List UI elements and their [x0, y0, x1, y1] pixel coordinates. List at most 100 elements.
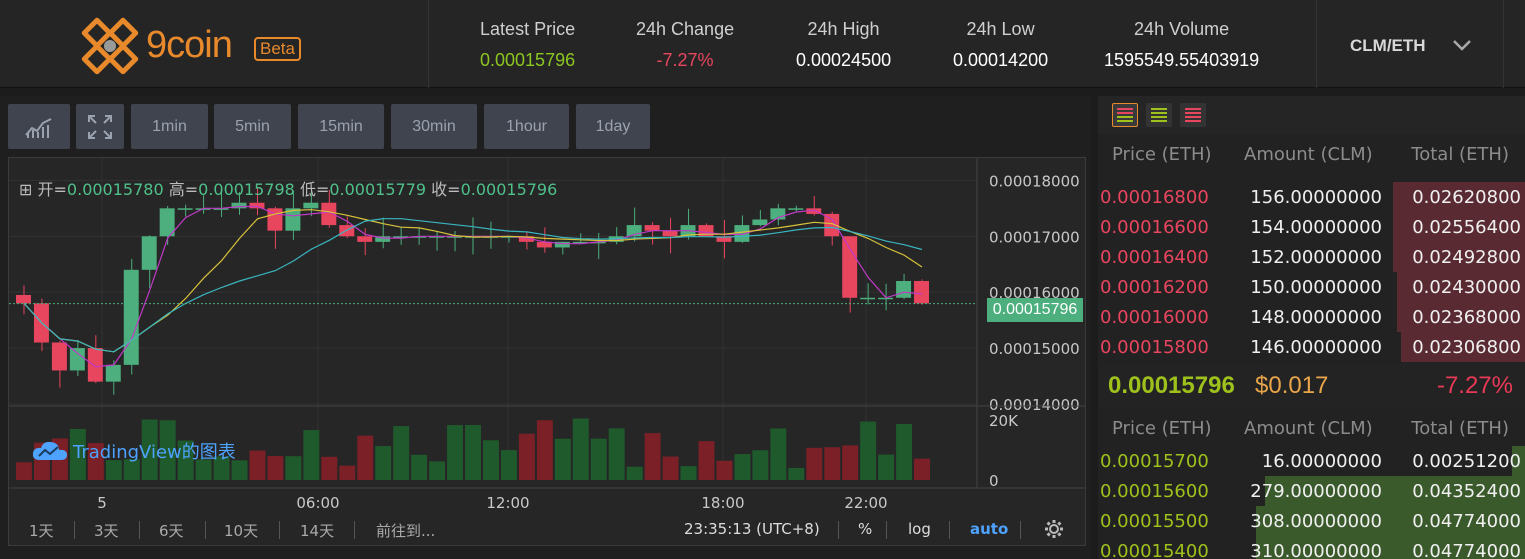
chart-bottom-bar: 1天 3天 6天 10天 14天 前往到... 23:35:13 (UTC+8)… — [8, 512, 1086, 546]
time-axis-label: 5 — [97, 494, 107, 512]
stat-24h-low: 24h Low 0.00014200 — [953, 19, 1048, 71]
indicators-button[interactable] — [8, 104, 70, 149]
brand-logo[interactable]: 9coin Beta — [78, 14, 318, 78]
col-total-header: Total (ETH) — [1411, 144, 1509, 165]
volume-bar — [824, 447, 841, 480]
fullscreen-button[interactable] — [76, 104, 124, 149]
volume-axis-label: 20K — [989, 412, 1019, 430]
col-amount-header: Amount (CLM) — [1244, 144, 1373, 165]
candle-body — [357, 236, 373, 242]
volume-bar — [608, 428, 625, 480]
volume-bar — [518, 433, 535, 480]
volume-bar — [285, 456, 302, 480]
volume-bar — [321, 456, 338, 480]
interval-5min[interactable]: 5min — [214, 104, 291, 149]
bid-row[interactable]: 0.00015700 16.00000000 0.00251200 — [1098, 446, 1525, 476]
range-1d[interactable]: 1天 — [29, 520, 54, 541]
ask-row[interactable]: 0.00016600 154.00000000 0.02556400 — [1098, 212, 1525, 242]
candle-body — [69, 348, 85, 371]
range-14d[interactable]: 14天 — [300, 520, 334, 541]
log-toggle[interactable]: log — [908, 520, 931, 538]
candle-body — [788, 208, 804, 210]
volume-bar — [752, 450, 769, 480]
candle-body — [842, 236, 858, 298]
volume-bar — [770, 428, 787, 480]
tab-both-sides[interactable] — [1112, 103, 1138, 127]
volume-bar — [357, 435, 374, 480]
brand-name: 9coin — [146, 24, 233, 66]
row-price: 0.00016200 — [1100, 277, 1209, 298]
interval-1day[interactable]: 1day — [576, 104, 650, 149]
tab-bids-only[interactable] — [1146, 103, 1172, 127]
high-value: 0.00015798 — [198, 180, 295, 199]
volume-bar — [465, 424, 481, 480]
logo-mark-icon — [81, 17, 139, 75]
volume-bar — [267, 456, 284, 480]
volume-bar — [806, 447, 823, 480]
volume-bar — [482, 440, 499, 480]
row-amount: 154.00000000 — [1250, 217, 1382, 238]
book-bids-icon — [1151, 108, 1167, 122]
bottom-bar-separator — [886, 521, 887, 539]
ask-row[interactable]: 0.00016800 156.00000000 0.02620800 — [1098, 182, 1525, 212]
gear-icon[interactable] — [1044, 519, 1064, 539]
chevron-down-icon[interactable] — [1452, 38, 1472, 52]
ask-row[interactable]: 0.00015800 146.00000000 0.02306800 — [1098, 332, 1525, 362]
stat-24h-volume: 24h Volume 1595549.55403919 — [1104, 19, 1259, 71]
row-price: 0.00016600 — [1100, 217, 1209, 238]
pair-selector[interactable]: CLM/ETH — [1350, 36, 1426, 56]
tab-asks-only[interactable] — [1180, 103, 1206, 127]
range-10d[interactable]: 10天 — [224, 520, 258, 541]
row-amount: 16.00000000 — [1261, 451, 1382, 472]
ohlc-toggle-icon[interactable]: ⊞ — [19, 180, 32, 199]
volume-bar — [896, 423, 913, 480]
interval-1min[interactable]: 1min — [131, 104, 208, 149]
ask-row[interactable]: 0.00016000 148.00000000 0.02368000 — [1098, 302, 1525, 332]
bottom-bar-separator — [838, 521, 839, 539]
percent-toggle[interactable]: % — [858, 520, 872, 538]
bid-row[interactable]: 0.00015600 279.00000000 0.04352400 — [1098, 476, 1525, 506]
volume-bar — [716, 460, 733, 480]
volume-bar — [914, 458, 930, 480]
beta-badge: Beta — [254, 37, 301, 61]
col-amount-header: Amount (CLM) — [1244, 418, 1373, 439]
row-total: 0.04352400 — [1412, 481, 1521, 502]
row-total: 0.02368000 — [1412, 307, 1521, 328]
interval-1hour[interactable]: 1hour — [484, 104, 569, 149]
stat-value: 0.00014200 — [953, 50, 1049, 70]
row-amount: 308.00000000 — [1250, 511, 1382, 532]
stat-24h-high: 24h High 0.00024500 — [796, 19, 891, 71]
volume-bar — [500, 450, 517, 480]
close-value: 0.00015796 — [460, 180, 558, 199]
row-total: 0.04774000 — [1412, 511, 1521, 532]
bottom-bar-separator — [205, 521, 206, 539]
auto-toggle[interactable]: auto — [970, 520, 1008, 538]
price-chart[interactable]: 0.00018000 0.00017000 0.00016000 0.00015000… — [8, 157, 1086, 546]
goto-date-button[interactable]: 前往到... — [376, 520, 435, 541]
range-6d[interactable]: 6天 — [159, 520, 184, 541]
volume-bar — [662, 456, 679, 480]
header-divider — [1503, 0, 1504, 88]
mid-last-price: 0.00015796 — [1108, 372, 1235, 399]
ask-row[interactable]: 0.00016200 150.00000000 0.02430000 — [1098, 272, 1525, 302]
book-both-icon — [1117, 108, 1133, 122]
ask-row[interactable]: 0.00016400 152.00000000 0.02492800 — [1098, 242, 1525, 272]
close-label: 收= — [431, 180, 461, 199]
time-axis-label: 12:00 — [486, 494, 529, 512]
chart-clock: 23:35:13 (UTC+8) — [684, 520, 820, 538]
volume-bar — [536, 420, 553, 480]
range-3d[interactable]: 3天 — [94, 520, 119, 541]
volume-bar — [429, 461, 446, 480]
bid-row[interactable]: 0.00015500 308.00000000 0.04774000 — [1098, 506, 1525, 536]
interval-15min[interactable]: 15min — [298, 104, 384, 149]
volume-bar — [590, 438, 607, 480]
bid-row[interactable]: 0.00015400 310.00000000 0.04774000 — [1098, 536, 1525, 559]
price-axis-label: 0.00015000 — [989, 340, 1080, 358]
book-asks-icon — [1185, 108, 1201, 122]
interval-30min[interactable]: 30min — [391, 104, 477, 149]
candle-body — [644, 225, 660, 231]
tradingview-watermark[interactable]: TradingView的图表 — [31, 438, 236, 464]
candle-body — [105, 364, 121, 382]
open-value: 0.00015780 — [66, 180, 164, 199]
stat-value: 1595549.55403919 — [1104, 50, 1260, 70]
